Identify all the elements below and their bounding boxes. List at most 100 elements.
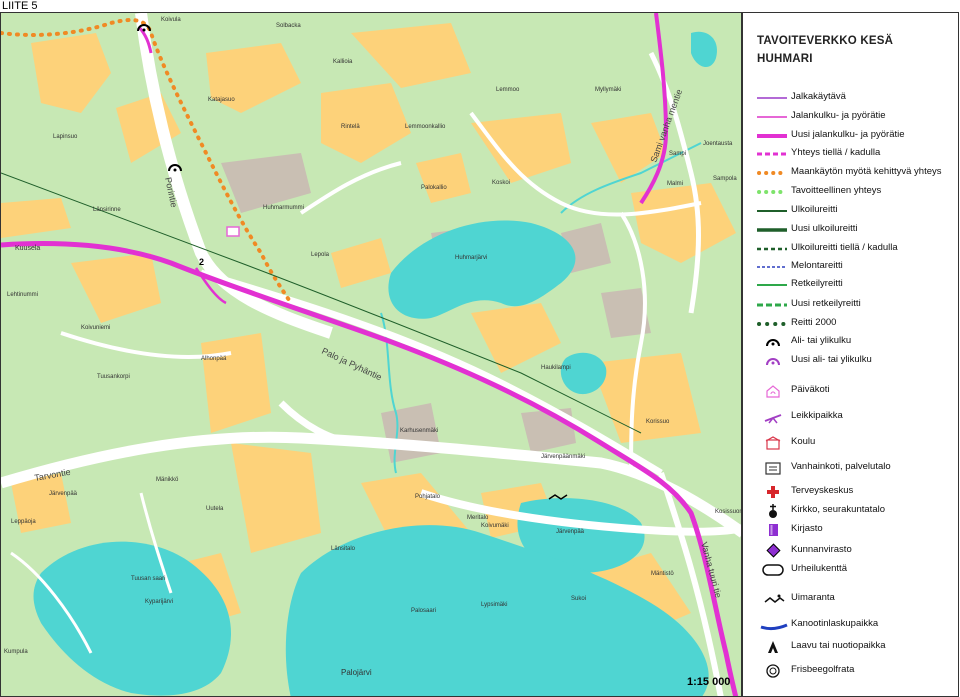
legend-item: Kanootinlaskupaikka	[743, 617, 960, 633]
legend-item-label: Melontareitti	[791, 260, 843, 271]
legend-item: Tavoitteellinen yhteys	[743, 184, 960, 200]
svg-text:Uutela: Uutela	[206, 506, 224, 512]
svg-text:Länsirinne: Länsirinne	[93, 207, 121, 213]
legend-item-label: Kanootinlaskupaikka	[791, 618, 879, 629]
legend-item-label: Päiväkoti	[791, 384, 830, 395]
line-darkgreen-thick-icon	[757, 228, 787, 232]
legend-item: Päiväkoti	[743, 383, 960, 399]
line-magenta-dashed-icon	[757, 152, 787, 156]
legend-item: Laavu tai nuotiopaikka	[743, 639, 960, 655]
legend-item: Kirkko, seurakuntatalo	[743, 503, 960, 519]
shelter-icon	[768, 641, 778, 653]
svg-text:Kumpula: Kumpula	[4, 649, 28, 655]
legend-item-label: Kirkko, seurakuntatalo	[791, 504, 885, 515]
svg-text:Koivuniemi: Koivuniemi	[81, 325, 110, 331]
legend-item: Maankäytön myötä kehittyvä yhteys	[743, 165, 960, 181]
legend-item: Ulkoilureitti	[743, 203, 960, 219]
svg-text:Mänikkö: Mänikkö	[156, 477, 179, 483]
legend-item: Jalkakäytävä	[743, 90, 960, 106]
svg-text:Mäntistö: Mäntistö	[651, 571, 674, 577]
municipal-office-icon	[766, 543, 781, 558]
legend-item-label: Ali- tai ylikulku	[791, 335, 852, 346]
kindergarten-icon	[766, 385, 780, 398]
school-icon	[765, 436, 781, 450]
legend-item-label: Kirjasto	[791, 523, 823, 534]
svg-text:Sampola: Sampola	[713, 176, 737, 182]
legend-item-label: Uusi retkeilyreitti	[791, 298, 861, 309]
svg-text:Koivula: Koivula	[161, 17, 181, 23]
svg-text:Lemmoonkallio: Lemmoonkallio	[405, 124, 446, 130]
legend-item: Kirjasto	[743, 522, 960, 538]
cycle-route-north	[639, 13, 669, 205]
legend-panel: TAVOITEVERKKO KESÄ HUHMARI Jalkakäytävä J…	[742, 12, 959, 697]
line-magenta-thin-icon	[757, 116, 787, 118]
svg-text:Joentausta: Joentausta	[703, 141, 733, 147]
lake-haukilampi	[560, 352, 607, 395]
care-home-icon	[765, 462, 781, 475]
legend-title-line2: HUHMARI	[757, 53, 813, 65]
legend-item: Uimaranta	[743, 591, 960, 607]
line-darkgreen-icon	[757, 210, 787, 212]
legend-item: Frisbeegolfrata	[743, 663, 960, 679]
library-icon	[769, 524, 778, 536]
church-icon	[769, 504, 777, 518]
line-lightgreen-dotted-icon	[757, 190, 789, 194]
svg-text:Palojärvi: Palojärvi	[341, 668, 372, 677]
legend-item-label: Terveyskeskus	[791, 485, 854, 496]
legend-item: Uusi retkeilyreitti	[743, 297, 960, 313]
map-area[interactable]: Koivula Solbacka Kallioia Katajasuo Lapi…	[0, 12, 742, 697]
health-center-icon	[767, 486, 779, 498]
map-canvas[interactable]: Koivula Solbacka Kallioia Katajasuo Lapi…	[1, 13, 742, 697]
line-darkgreen-dashed-icon	[757, 247, 787, 251]
svg-text:Lemmoo: Lemmoo	[496, 87, 520, 93]
page-label: LIITE 5	[2, 0, 38, 12]
svg-text:Koivumäki: Koivumäki	[481, 523, 509, 529]
school-icon	[226, 226, 240, 237]
legend-item-label: Tavoitteellinen yhteys	[791, 185, 882, 196]
beach-icon	[764, 594, 785, 603]
legend-item-label: Leikkipaikka	[791, 410, 843, 421]
legend-item: Uusi ulkoilureitti	[743, 222, 960, 238]
legend-item-label: Ulkoilureitti tiellä / kadulla	[791, 242, 898, 253]
svg-text:Länsitalo: Länsitalo	[331, 546, 356, 552]
legend-item: Vanhainkoti, palvelutalo	[743, 460, 960, 476]
legend-item-label: Kunnanvirasto	[791, 544, 852, 555]
svg-text:2: 2	[199, 257, 204, 267]
legend-item-label: Uusi jalankulku- ja pyörätie	[791, 129, 905, 140]
svg-text:Lepola: Lepola	[311, 252, 330, 258]
legend-item-label: Frisbeegolfrata	[791, 664, 855, 675]
legend-item-label: Koulu	[791, 436, 816, 447]
svg-text:Meritalo: Meritalo	[467, 515, 489, 521]
legend-title-line1: TAVOITEVERKKO KESÄ	[757, 35, 894, 47]
legend-item-label: Retkeilyreitti	[791, 278, 843, 289]
svg-text:Korissuo: Korissuo	[646, 419, 670, 425]
legend-item-label: Uusi ali- tai ylikulku	[791, 354, 872, 365]
svg-text:Palokallio: Palokallio	[421, 185, 447, 191]
scale-label: 1:15 000	[687, 676, 731, 688]
line-purple-thin-icon	[757, 97, 787, 99]
underpass-icon	[766, 339, 780, 347]
sports-field-icon	[762, 564, 784, 576]
svg-text:Rintelä: Rintelä	[341, 124, 360, 130]
legend-item-label: Vanhainkoti, palvelutalo	[791, 461, 891, 472]
canoe-launch-icon	[760, 623, 788, 631]
line-darkgreen-dots-icon	[757, 322, 789, 326]
legend-item: Yhteys tiellä / kadulla	[743, 146, 960, 162]
legend-item-label: Uusi ulkoilureitti	[791, 223, 858, 234]
lake-huhmarjarvi	[388, 220, 576, 319]
svg-text:Pohjatalo: Pohjatalo	[415, 494, 441, 500]
new-underpass-icon	[766, 358, 780, 366]
svg-text:Sampi: Sampi	[669, 151, 686, 157]
legend-item: Melontareitti	[743, 259, 960, 275]
line-green-dashed-icon	[757, 303, 787, 307]
legend-item-label: Yhteys tiellä / kadulla	[791, 147, 881, 158]
legend-item-label: Laavu tai nuotiopaikka	[791, 640, 886, 651]
line-green-icon	[757, 284, 787, 286]
svg-text:Tuusankorpi: Tuusankorpi	[97, 374, 130, 380]
svg-text:Katajasuo: Katajasuo	[208, 97, 235, 103]
svg-text:Palo ja Pyhäntie: Palo ja Pyhäntie	[320, 346, 383, 383]
legend-item-label: Urheilukenttä	[791, 563, 847, 574]
svg-text:Myllymäki: Myllymäki	[595, 87, 621, 93]
legend-item: Koulu	[743, 435, 960, 451]
svg-text:Solbacka: Solbacka	[276, 23, 301, 29]
